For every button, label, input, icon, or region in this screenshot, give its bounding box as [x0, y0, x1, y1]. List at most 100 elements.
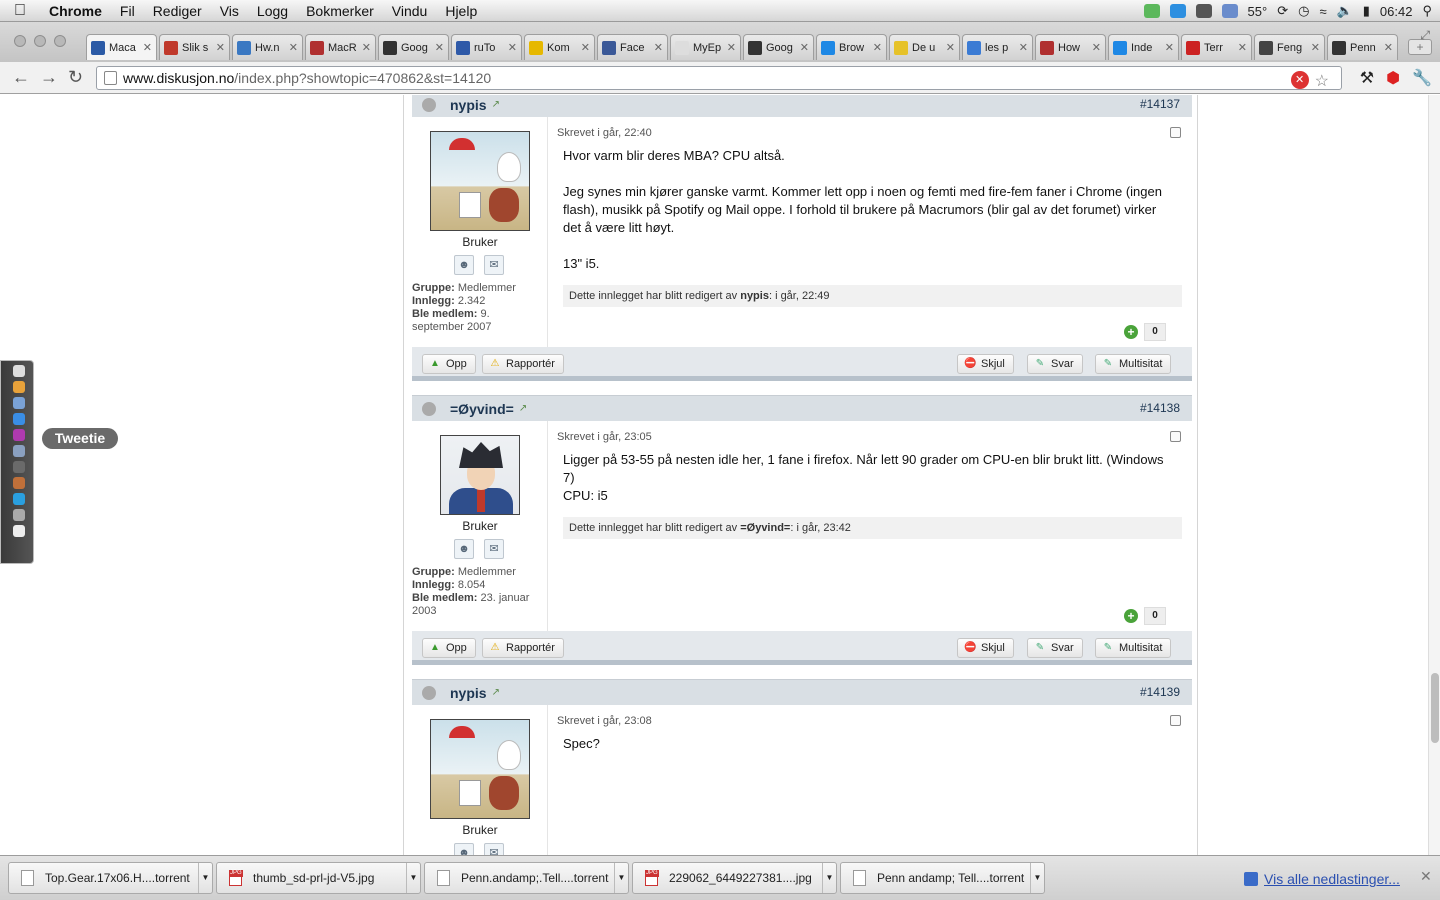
browser-tab[interactable]: Slik s ✕ [159, 34, 230, 60]
tab-close-icon[interactable]: ✕ [1019, 41, 1028, 54]
trash-icon[interactable] [13, 525, 25, 537]
message-envelope-icon[interactable]: ✉ [484, 539, 504, 559]
download-item[interactable]: Penn andamp; Tell....torrent ▼ [840, 862, 1045, 894]
tab-close-icon[interactable]: ✕ [289, 41, 298, 54]
profile-link-icon[interactable]: ↗ [492, 99, 500, 110]
select-post-checkbox[interactable] [1170, 715, 1181, 726]
restore-icon[interactable]: ⤢ [1420, 28, 1430, 43]
post-author[interactable]: =Øyvind= [450, 401, 514, 417]
wrench-extension-icon[interactable]: ⚒ [1360, 68, 1374, 88]
tab-close-icon[interactable]: ✕ [1165, 41, 1174, 54]
reload-button[interactable]: ↻ [68, 67, 83, 88]
dropbox-icon[interactable] [1169, 4, 1186, 18]
download-item[interactable]: thumb_sd-prl-jd-V5.jpg ▼ [216, 862, 421, 894]
reply-button[interactable]: ✎ Svar [1027, 638, 1083, 658]
report-button[interactable]: ⚠ Rapportér [482, 354, 564, 374]
tab-close-icon[interactable]: ✕ [362, 41, 371, 54]
clock[interactable]: 06:42 [1380, 4, 1413, 19]
page-scrollbar[interactable] [1428, 95, 1440, 855]
browser-tab[interactable]: ruTo ✕ [451, 34, 522, 60]
browser-tab[interactable]: Goog ✕ [743, 34, 814, 60]
download-item[interactable]: 229062_6449227381....jpg ▼ [632, 862, 837, 894]
select-post-checkbox[interactable] [1170, 127, 1181, 138]
evernote-icon[interactable] [1143, 4, 1160, 18]
menu-vindu[interactable]: Vindu [383, 3, 437, 19]
up-button[interactable]: ▲ Opp [422, 354, 476, 374]
tab-close-icon[interactable]: ✕ [143, 41, 152, 54]
browser-tab[interactable]: De u ✕ [889, 34, 960, 60]
avatar[interactable] [430, 719, 530, 819]
tab-close-icon[interactable]: ✕ [727, 41, 736, 54]
browser-tab[interactable]: Hw.n ✕ [232, 34, 303, 60]
tab-close-icon[interactable]: ✕ [1384, 41, 1393, 54]
menu-logg[interactable]: Logg [248, 3, 297, 19]
menu-rediger[interactable]: Rediger [144, 3, 211, 19]
menu-vis[interactable]: Vis [211, 3, 248, 19]
menu-bokmerker[interactable]: Bokmerker [297, 3, 383, 19]
tab-close-icon[interactable]: ✕ [216, 41, 225, 54]
post-author[interactable]: nypis [450, 685, 487, 701]
tab-close-icon[interactable]: ✕ [946, 41, 955, 54]
browser-tab[interactable]: Goog ✕ [378, 34, 449, 60]
profile-card-icon[interactable]: ☻ [454, 255, 474, 275]
tab-close-icon[interactable]: ✕ [581, 41, 590, 54]
avatar[interactable] [440, 435, 520, 515]
forward-button[interactable]: → [40, 67, 58, 88]
scrollbar-thumb[interactable] [1431, 673, 1439, 743]
system-icon[interactable] [13, 509, 25, 521]
avatar[interactable] [430, 131, 530, 231]
skype-icon[interactable] [1195, 4, 1212, 18]
tab-close-icon[interactable]: ✕ [1311, 41, 1320, 54]
battery-icon[interactable]: ▮ [1363, 3, 1370, 19]
close-window-button[interactable] [14, 35, 26, 47]
browser-tab[interactable]: Maca ✕ [86, 34, 157, 60]
post-number[interactable]: #14139 [1140, 685, 1180, 699]
post-author[interactable]: nypis [450, 97, 487, 113]
sync-icon[interactable]: ⟳ [1277, 3, 1288, 19]
select-post-checkbox[interactable] [1170, 431, 1181, 442]
skype-dock-icon[interactable] [13, 493, 25, 505]
message-envelope-icon[interactable]: ✉ [484, 843, 504, 855]
browser-tab[interactable]: les p ✕ [962, 34, 1033, 60]
tab-close-icon[interactable]: ✕ [1092, 41, 1101, 54]
app-icon[interactable] [13, 477, 25, 489]
download-menu-chevron-icon[interactable]: ▼ [614, 863, 628, 893]
tab-close-icon[interactable]: ✕ [654, 41, 663, 54]
tab-close-icon[interactable]: ✕ [508, 41, 517, 54]
download-menu-chevron-icon[interactable]: ▼ [822, 863, 836, 893]
post-number[interactable]: #14137 [1140, 97, 1180, 111]
menu-app-chrome[interactable]: Chrome [40, 3, 111, 19]
tweetie-icon[interactable] [13, 413, 25, 425]
itunes-icon[interactable] [13, 429, 25, 441]
mail-icon[interactable] [13, 397, 25, 409]
back-button[interactable]: ← [12, 67, 30, 88]
plus-vote-icon[interactable]: + [1124, 609, 1138, 623]
gear-icon[interactable] [1221, 4, 1238, 18]
temperature-readout[interactable]: 55° [1248, 4, 1268, 19]
settings-wrench-icon[interactable]: 🔧 [1412, 68, 1432, 88]
plus-vote-icon[interactable]: + [1124, 325, 1138, 339]
spotlight-search-icon[interactable]: ⚲ [1422, 3, 1432, 19]
profile-card-icon[interactable]: ☻ [454, 843, 474, 855]
adblock-icon[interactable]: ⬢ [1386, 68, 1400, 88]
close-download-shelf-icon[interactable]: ✕ [1420, 868, 1432, 885]
browser-tab[interactable]: Terr ✕ [1181, 34, 1252, 60]
wifi-icon[interactable]: ≈ [1319, 4, 1326, 19]
download-menu-chevron-icon[interactable]: ▼ [1030, 863, 1044, 893]
browser-tab[interactable]: MyEp ✕ [670, 34, 741, 60]
report-button[interactable]: ⚠ Rapportér [482, 638, 564, 658]
preview-icon[interactable] [13, 445, 25, 457]
browser-tab[interactable]: How ✕ [1035, 34, 1106, 60]
tab-close-icon[interactable]: ✕ [873, 41, 882, 54]
minimize-window-button[interactable] [34, 35, 46, 47]
tab-close-icon[interactable]: ✕ [435, 41, 444, 54]
apple-icon[interactable]:  [0, 2, 40, 20]
hide-button[interactable]: ⛔ Skjul [957, 354, 1014, 374]
profile-link-icon[interactable]: ↗ [492, 687, 500, 698]
hide-button[interactable]: ⛔ Skjul [957, 638, 1014, 658]
up-button[interactable]: ▲ Opp [422, 638, 476, 658]
blocked-icon[interactable]: ✕ [1290, 71, 1309, 89]
download-item[interactable]: Penn.andamp;.Tell....torrent ▼ [424, 862, 629, 894]
multiquote-button[interactable]: ✎ Multisitat [1095, 354, 1172, 374]
finder-icon[interactable] [13, 365, 25, 377]
